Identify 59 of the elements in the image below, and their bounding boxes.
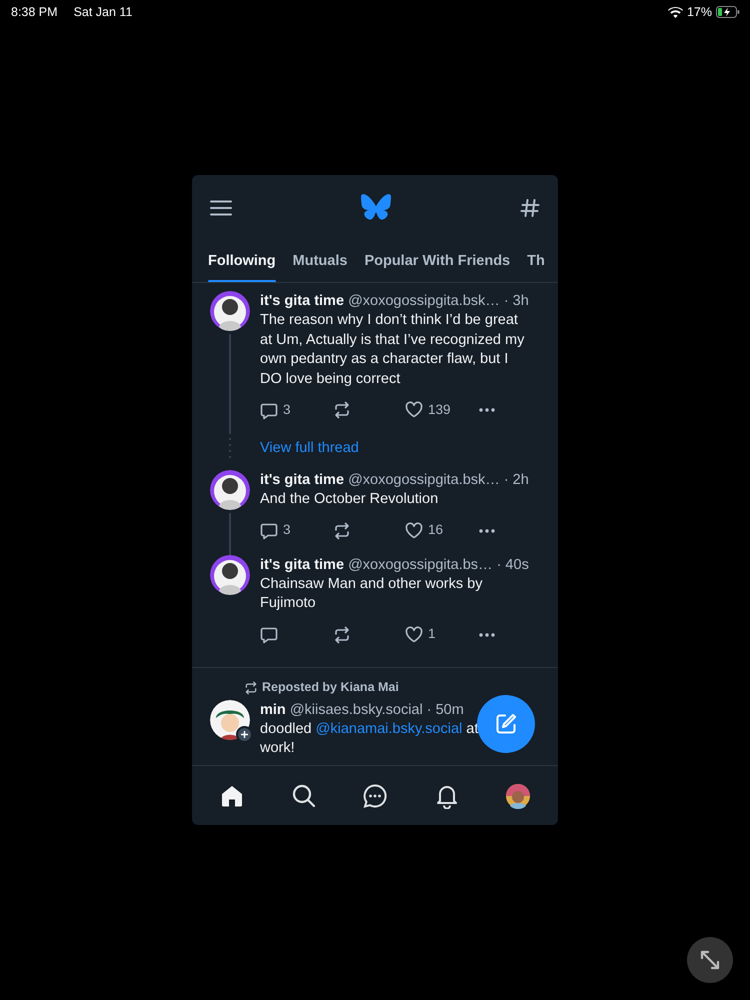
battery-icon xyxy=(716,6,740,18)
reply-button[interactable]: 3 xyxy=(260,400,333,420)
avatar[interactable] xyxy=(210,470,250,510)
view-thread-link[interactable]: View full thread xyxy=(260,438,359,460)
more-icon xyxy=(478,406,496,414)
author-handle[interactable]: @kiisaes.bsky.social xyxy=(290,702,423,718)
author-name[interactable]: it's gita time xyxy=(260,556,344,572)
wifi-icon xyxy=(668,6,683,18)
post-time: · 3h xyxy=(504,293,529,309)
reply-icon xyxy=(260,521,278,540)
feed-tab[interactable]: Mutuals xyxy=(292,240,348,282)
author-handle[interactable]: @xoxogossipgita.bs… xyxy=(348,556,493,572)
author-name[interactable]: min xyxy=(260,702,286,718)
search-icon[interactable] xyxy=(290,782,316,808)
expand-icon xyxy=(698,948,722,972)
author-handle[interactable]: @xoxogossipgita.bsk… xyxy=(348,472,500,488)
butterfly-logo xyxy=(361,194,391,221)
hashtag-icon[interactable] xyxy=(520,198,540,218)
compose-icon xyxy=(494,712,518,736)
expand-button[interactable] xyxy=(687,937,733,983)
repost-label: Reposted by Kiana Mai xyxy=(262,679,399,696)
like-icon xyxy=(405,626,423,644)
post-text: The reason why I don’t think I’d be great at Um, Actually is that I’ve recognized my own pedantry as a character flaw, but I DO love being correct xyxy=(260,311,526,388)
author-name[interactable]: it's gita time xyxy=(260,293,344,309)
profile-avatar[interactable] xyxy=(505,782,531,808)
more-icon xyxy=(478,630,496,638)
avatar[interactable] xyxy=(210,291,250,331)
repost-icon xyxy=(333,626,351,644)
reply-button[interactable]: 3 xyxy=(260,520,333,541)
like-button[interactable]: 16 xyxy=(405,520,478,541)
feed-tab[interactable]: Th xyxy=(527,240,545,282)
status-time: 8:38 PM xyxy=(11,4,58,21)
reply-icon xyxy=(260,625,278,644)
post-time: · 40s xyxy=(496,556,529,572)
like-button[interactable]: 1 xyxy=(405,624,478,645)
repost-icon xyxy=(244,680,258,694)
battery-percent: 17% xyxy=(686,4,712,21)
reply-icon xyxy=(260,400,278,420)
feed-tab[interactable]: Following xyxy=(208,240,276,282)
menu-icon[interactable] xyxy=(210,200,232,216)
mention-link[interactable]: @kianamai.bsky.social xyxy=(316,720,462,736)
author-name[interactable]: it's gita time xyxy=(260,472,344,488)
post-text: And the October Revolution xyxy=(260,490,440,509)
chat-icon[interactable] xyxy=(362,782,388,808)
like-icon xyxy=(405,401,423,419)
repost-icon xyxy=(333,401,351,419)
more-icon xyxy=(478,526,496,534)
status-date: Sat Jan 11 xyxy=(74,4,132,21)
repost-icon xyxy=(333,522,351,540)
post-text: Chainsaw Man and other works by Fujimoto xyxy=(260,574,484,613)
like-button[interactable]: 139 xyxy=(405,400,478,420)
post-time: · 2h xyxy=(504,472,529,488)
plus-icon xyxy=(240,730,249,738)
follow-badge[interactable] xyxy=(236,726,253,742)
post-time: · 50m xyxy=(426,702,464,718)
like-icon xyxy=(405,522,423,540)
avatar[interactable] xyxy=(210,554,250,594)
feed-tab[interactable]: Popular With Friends xyxy=(364,240,510,282)
author-handle[interactable]: @xoxogossipgita.bsk… xyxy=(348,293,500,309)
